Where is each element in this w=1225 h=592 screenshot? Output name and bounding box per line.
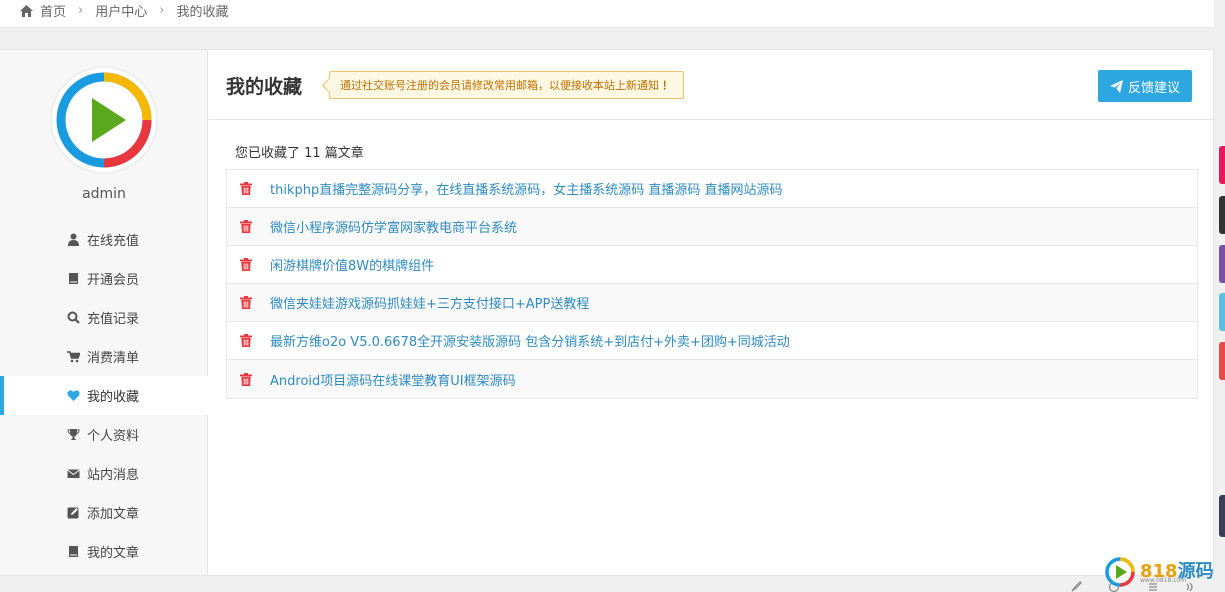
- edit-icon: [67, 507, 79, 519]
- sidebar-item-label: 个人资料: [87, 429, 140, 444]
- favorite-link[interactable]: 微信夹娃娃游戏源码抓娃娃+三方支付接口+APP送教程: [270, 293, 589, 312]
- float-tab-red[interactable]: [1219, 342, 1225, 380]
- feedback-button[interactable]: 反馈建议: [1098, 70, 1192, 102]
- trophy-icon: [67, 429, 80, 440]
- breadcrumb-home-link[interactable]: 首页: [40, 1, 66, 20]
- favorite-link[interactable]: Android项目源码在线课堂教育UI框架源码: [270, 370, 516, 389]
- favorite-link[interactable]: thikphp直播完整源码分享，在线直播系统源码，女主播系统源码 直播源码 直播…: [270, 179, 783, 198]
- bottom-toolbar: [0, 576, 1225, 592]
- sidebar-item-label: 我的收藏: [87, 390, 140, 405]
- brand-watermark: 818源码 www.0818.com: [1104, 554, 1222, 590]
- breadcrumb-user-center-link[interactable]: 用户中心: [95, 1, 147, 20]
- book-icon: [69, 546, 78, 557]
- search-icon: [67, 311, 80, 324]
- sidebar-item-label: 站内消息: [87, 468, 140, 483]
- notice-mark: ！: [662, 79, 673, 92]
- content-header: 我的收藏 通过社交账号注册的会员请修改常用邮箱，以便接收本站上新通知！ 反馈建议: [209, 50, 1213, 120]
- feedback-button-label: 反馈建议: [1127, 80, 1180, 96]
- avatar[interactable]: [52, 68, 156, 172]
- paper-plane-icon: [1109, 79, 1123, 93]
- sidebar-item-label: 添加文章: [87, 507, 140, 522]
- page-title: 我的收藏: [226, 76, 303, 98]
- list-item: 微信小程序源码仿学富网家教电商平台系统: [227, 208, 1197, 246]
- notice-text: 通过社交账号注册的会员请修改常用邮箱，以便接收本站上新通知: [340, 79, 659, 92]
- sidebar-item-expenses[interactable]: 消费清单: [0, 337, 208, 376]
- sidebar-item-label: 我的文章: [87, 546, 140, 561]
- list-item: Android项目源码在线课堂教育UI框架源码: [227, 360, 1197, 398]
- chevron-right-icon: ›: [159, 3, 165, 18]
- notice-tooltip: 通过社交账号注册的会员请修改常用邮箱，以便接收本站上新通知！: [329, 71, 684, 99]
- envelope-icon: [67, 469, 80, 478]
- trash-icon[interactable]: [240, 258, 252, 271]
- trash-icon[interactable]: [240, 372, 252, 386]
- home-icon: [20, 4, 33, 17]
- sidebar-item-messages[interactable]: 站内消息: [0, 454, 208, 493]
- user-icon: [68, 233, 79, 246]
- trash-icon[interactable]: [240, 220, 252, 233]
- rocket-icon[interactable]: [1070, 581, 1082, 592]
- sidebar-item-recharge[interactable]: 在线充值: [0, 220, 208, 259]
- list-item: 最新方维o2o V5.0.6678全开源安装版源码 包含分销系统+到店付+外卖+…: [227, 322, 1197, 360]
- brand-url: www.0818.com: [1140, 577, 1187, 584]
- cart-icon: [67, 351, 80, 363]
- sidebar-item-add-article[interactable]: 添加文章: [0, 493, 208, 532]
- sidebar-menu: 在线充值 开通会员 充值记录 消费清单 我的收藏 个人资料 站内消息 添加文章 …: [0, 220, 208, 571]
- list-item: thikphp直播完整源码分享，在线直播系统源码，女主播系统源码 直播源码 直播…: [227, 170, 1197, 208]
- sidebar-item-membership[interactable]: 开通会员: [0, 259, 208, 298]
- breadcrumb-current: 我的收藏: [176, 5, 229, 20]
- play-logo-icon: [56, 72, 152, 168]
- content-area: 我的收藏 通过社交账号注册的会员请修改常用邮箱，以便接收本站上新通知！ 反馈建议…: [209, 50, 1213, 575]
- trash-icon[interactable]: [240, 334, 252, 347]
- heart-icon: [67, 390, 80, 401]
- float-tab-navy[interactable]: [1219, 495, 1225, 537]
- book-icon: [69, 273, 78, 284]
- list-item: 闲游棋牌价值8W的棋牌组件: [227, 246, 1197, 284]
- float-tab-pink[interactable]: [1219, 146, 1225, 184]
- breadcrumb: 首页 › 用户中心 › 我的收藏: [0, 0, 1214, 28]
- favorite-link[interactable]: 微信小程序源码仿学富网家教电商平台系统: [270, 217, 517, 236]
- sidebar-item-label: 开通会员: [87, 273, 140, 288]
- float-tab-cyan[interactable]: [1219, 293, 1225, 331]
- sidebar-item-label: 在线充值: [87, 234, 140, 249]
- sidebar: admin 在线充值 开通会员 充值记录 消费清单 我的收藏 个人资料 站内消息…: [0, 50, 208, 575]
- trash-icon[interactable]: [240, 296, 252, 309]
- list-item: 微信夹娃娃游戏源码抓娃娃+三方支付接口+APP送教程: [227, 284, 1197, 322]
- sidebar-item-profile[interactable]: 个人资料: [0, 415, 208, 454]
- username: admin: [82, 186, 126, 202]
- sidebar-item-label: 充值记录: [87, 312, 140, 327]
- sidebar-item-recharge-history[interactable]: 充值记录: [0, 298, 208, 337]
- favorite-link[interactable]: 闲游棋牌价值8W的棋牌组件: [270, 255, 434, 274]
- favorite-link[interactable]: 最新方维o2o V5.0.6678全开源安装版源码 包含分销系统+到店付+外卖+…: [270, 331, 790, 350]
- float-tab-dark[interactable]: [1219, 196, 1225, 234]
- sidebar-item-favorites[interactable]: 我的收藏: [0, 376, 208, 415]
- favorites-list: thikphp直播完整源码分享，在线直播系统源码，女主播系统源码 直播源码 直播…: [226, 169, 1198, 399]
- sidebar-item-label: 消费清单: [87, 351, 140, 366]
- play-logo-icon: [1105, 557, 1135, 587]
- sidebar-item-my-articles[interactable]: 我的文章: [0, 532, 208, 571]
- main-panel: admin 在线充值 开通会员 充值记录 消费清单 我的收藏 个人资料 站内消息…: [0, 49, 1214, 576]
- trash-icon[interactable]: [240, 182, 252, 195]
- favorites-count: 您已收藏了 11 篇文章: [235, 146, 364, 161]
- float-tab-purple[interactable]: [1219, 245, 1225, 283]
- chevron-right-icon: ›: [78, 3, 84, 18]
